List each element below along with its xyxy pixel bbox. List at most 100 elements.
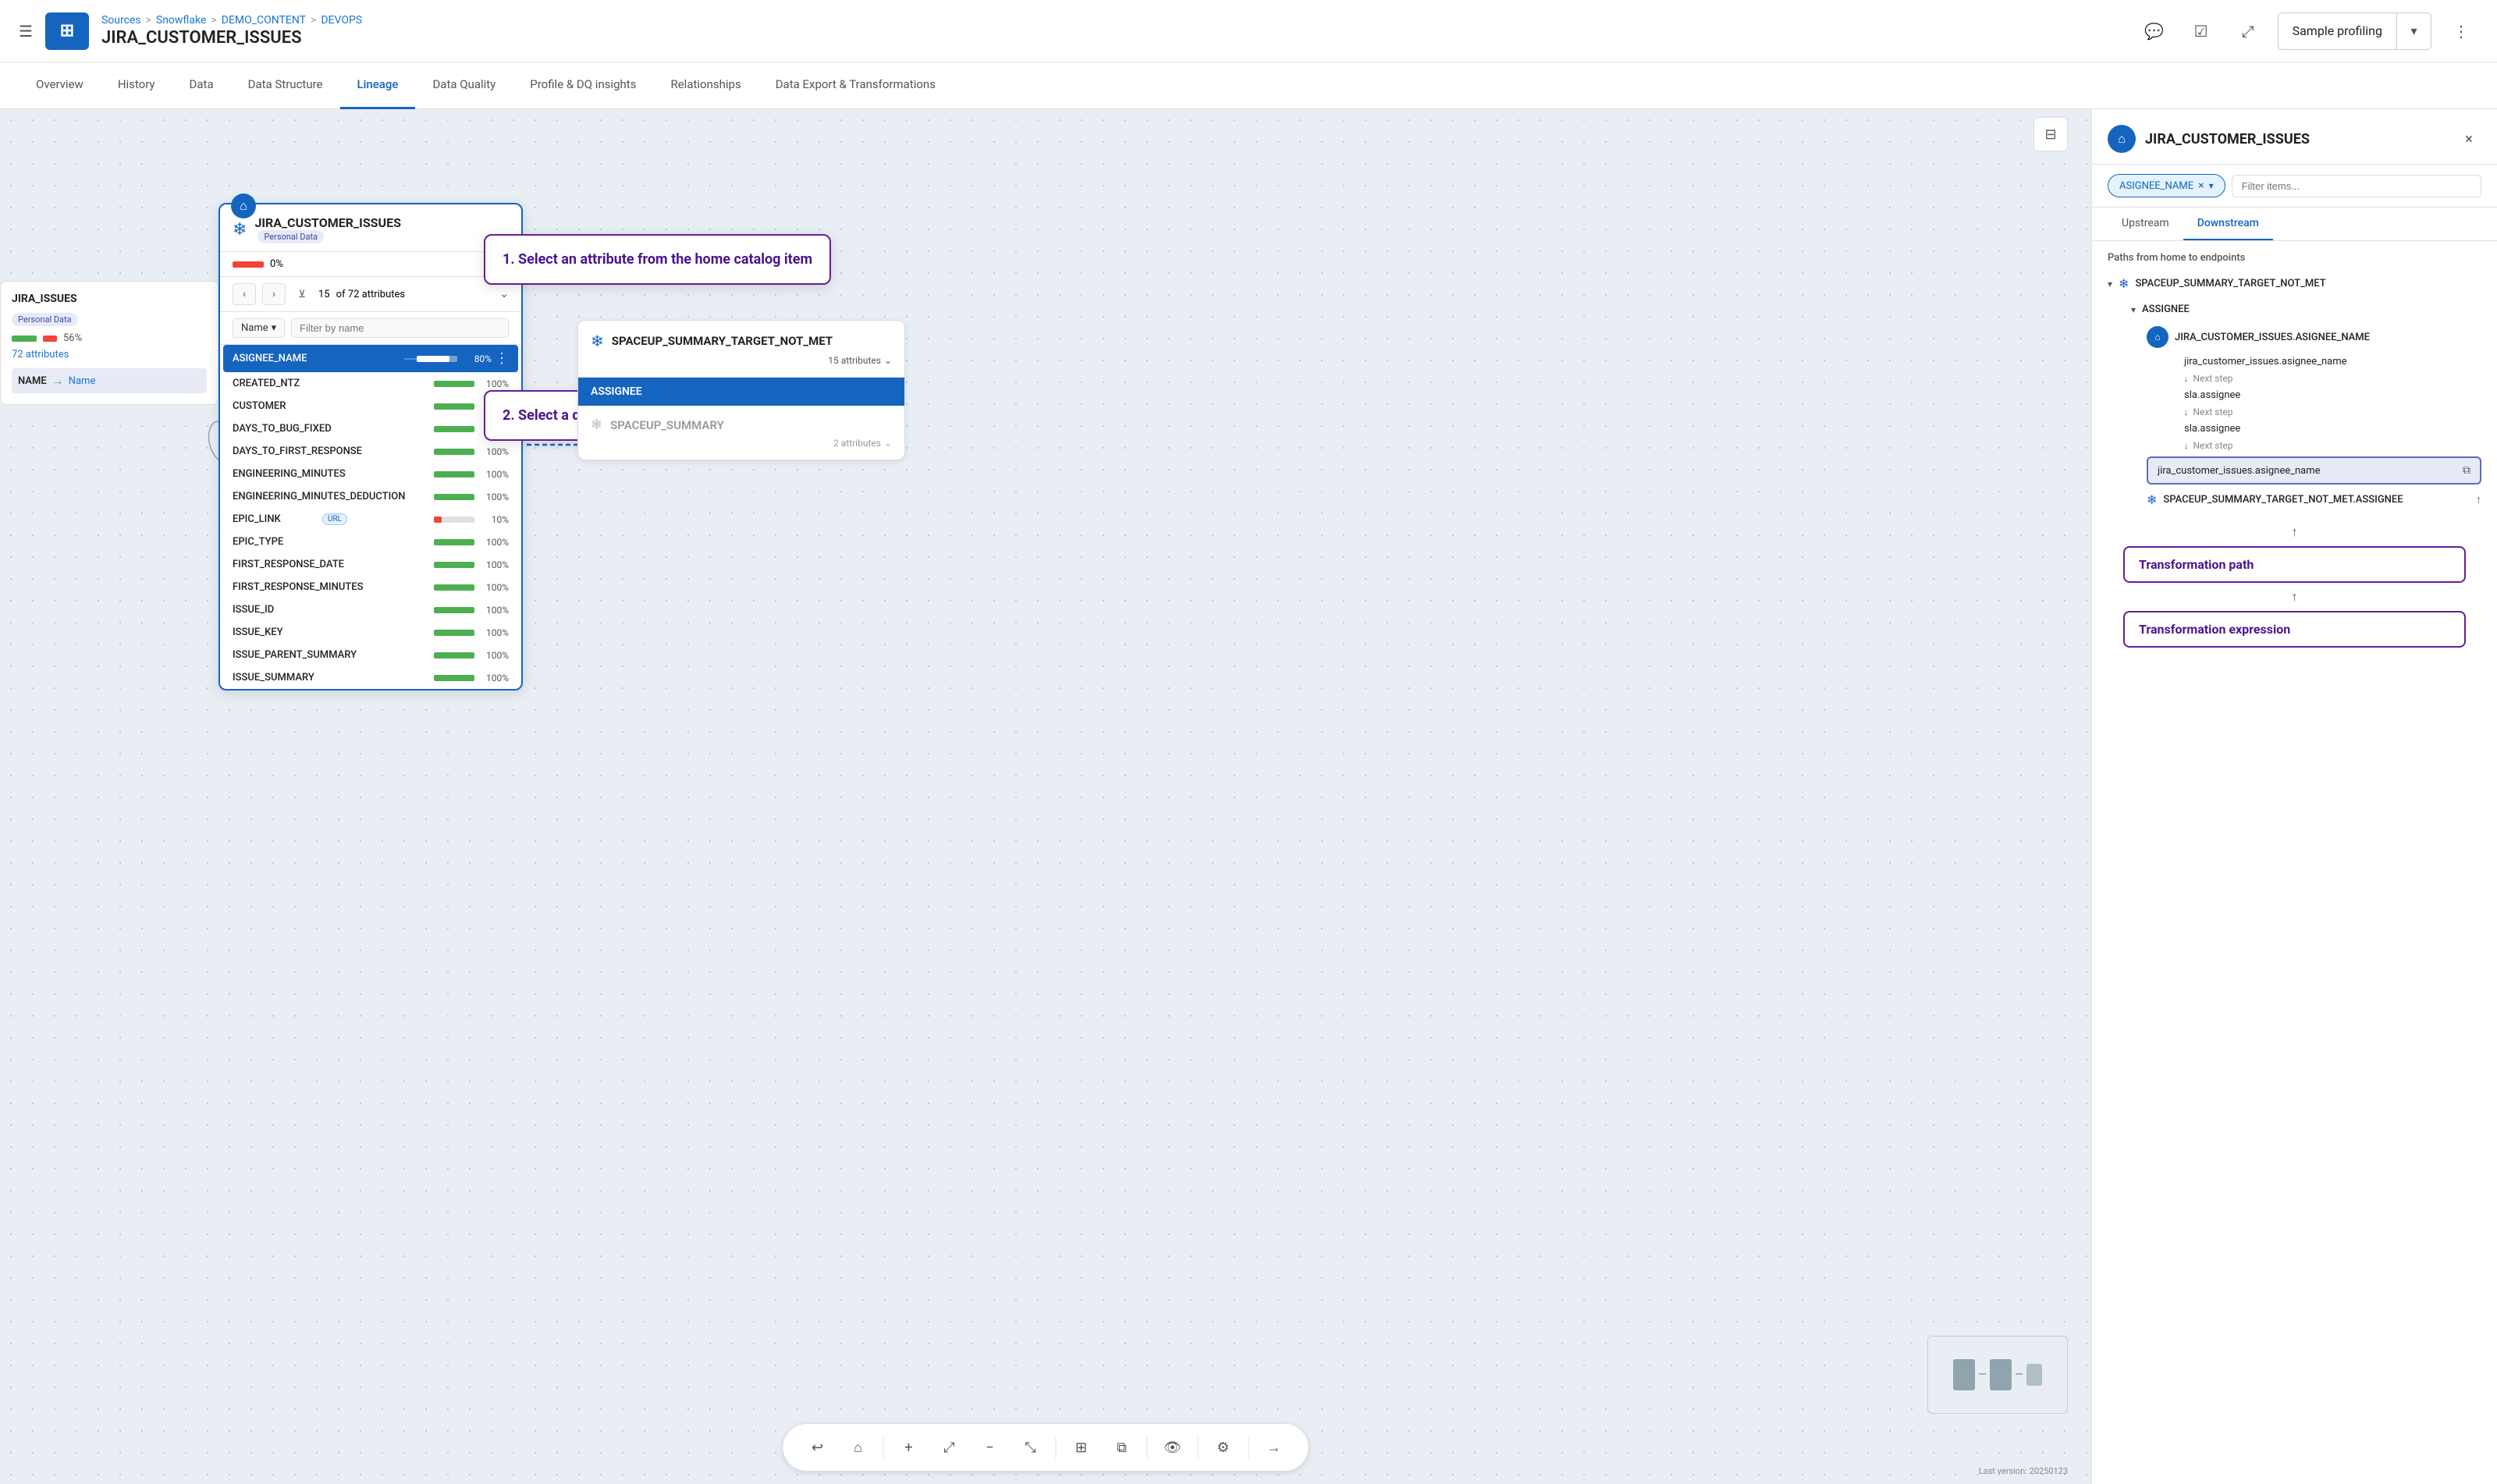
toolbar-sep5 bbox=[1248, 1436, 1249, 1458]
path-home-dot: ⌂ bbox=[2147, 326, 2168, 348]
toolbar-grid-btn[interactable]: ⊞ bbox=[1066, 1432, 1097, 1463]
tab-upstream[interactable]: Upstream bbox=[2108, 208, 2183, 240]
row-pct: 100% bbox=[478, 378, 509, 389]
next-btn[interactable]: › bbox=[262, 283, 286, 305]
table-row[interactable]: ISSUE_SUMMARY 100% bbox=[223, 666, 518, 689]
toolbar-settings-btn[interactable]: ⚙ bbox=[1208, 1432, 1239, 1463]
filter-chip-clear-btn[interactable]: × bbox=[2198, 179, 2204, 192]
lineage-canvas[interactable]: ⊟ JIRA_ISSUES Personal Data 56% 72 attri… bbox=[0, 109, 2091, 1484]
row-name: ASIGNEE_NAME bbox=[233, 353, 400, 364]
toolbar-cols-btn[interactable]: ⧉ bbox=[1106, 1432, 1138, 1463]
sample-profiling-btn[interactable]: Sample profiling ▾ bbox=[2278, 12, 2431, 50]
right-card-bottom-title: SPACEUP_SUMMARY bbox=[610, 418, 724, 432]
attribute-table: ASIGNEE_NAME 80% ⋮ CREATED_NTZ 100% C bbox=[220, 345, 521, 689]
path-group-row[interactable]: ▾ ❄ SPACEUP_SUMMARY_TARGET_NOT_MET bbox=[2092, 270, 2497, 297]
tab-data-quality[interactable]: Data Quality bbox=[415, 62, 513, 109]
row-menu-icon[interactable]: ⋮ bbox=[495, 350, 509, 367]
search-select[interactable]: Name ▾ bbox=[233, 318, 285, 338]
right-card-attrs-count[interactable]: 15 attributes bbox=[828, 355, 881, 366]
filter-chip-arrow-icon[interactable]: ▾ bbox=[2209, 180, 2214, 191]
table-row[interactable]: EPIC_TYPE 100% bbox=[223, 531, 518, 553]
sidebar-filter-row: ASIGNEE_NAME × ▾ bbox=[2092, 165, 2497, 208]
tab-data-structure[interactable]: Data Structure bbox=[231, 62, 340, 109]
table-row[interactable]: ENGINEERING_MINUTES 100% bbox=[223, 463, 518, 485]
next-step-label1: Next step bbox=[2193, 373, 2233, 384]
toolbar-expand-btn[interactable]: ⤡ bbox=[1015, 1432, 1046, 1463]
chat-icon-btn[interactable]: 💬 bbox=[2137, 14, 2172, 48]
sidebar-close-btn[interactable]: × bbox=[2456, 126, 2481, 151]
tab-overview[interactable]: Overview bbox=[19, 62, 101, 109]
tab-downstream[interactable]: Downstream bbox=[2183, 208, 2273, 240]
sample-profiling-dropdown[interactable]: ▾ bbox=[2396, 12, 2431, 50]
green-bar bbox=[12, 335, 37, 342]
table-row[interactable]: DAYS_TO_BUG_FIXED 100% bbox=[223, 417, 518, 440]
table-row[interactable]: ISSUE_PARENT_SUMMARY 100% bbox=[223, 644, 518, 666]
breadcrumb-devops[interactable]: DEVOPS bbox=[321, 14, 362, 27]
search-input[interactable] bbox=[291, 318, 509, 338]
toolbar-next-btn[interactable]: → bbox=[1259, 1432, 1290, 1463]
transform-path-arrow: ↑ bbox=[2292, 524, 2298, 540]
table-row[interactable]: CUSTOMER 100% bbox=[223, 395, 518, 417]
row-pct: 100% bbox=[478, 492, 509, 502]
path-next-step3: ↓ Next step bbox=[2131, 438, 2497, 453]
tab-profile-dq[interactable]: Profile & DQ insights bbox=[513, 62, 653, 109]
minimap[interactable]: — — bbox=[1927, 1336, 2068, 1414]
app-logo: ⊞ bbox=[45, 12, 89, 50]
table-row[interactable]: ENGINEERING_MINUTES_DEDUCTION 100% bbox=[223, 485, 518, 508]
right-card-bottom-expand-icon[interactable]: ⌄ bbox=[884, 438, 892, 449]
toolbar-fit-btn[interactable]: ⤢ bbox=[934, 1432, 965, 1463]
table-row[interactable]: DAYS_TO_FIRST_RESPONSE 100% bbox=[223, 440, 518, 463]
main-card-red-bar bbox=[233, 261, 264, 268]
prev-btn[interactable]: ‹ bbox=[233, 283, 256, 305]
breadcrumb-demo[interactable]: DEMO_CONTENT bbox=[222, 14, 306, 27]
sidebar-header: ⌂ JIRA_CUSTOMER_ISSUES × bbox=[2092, 109, 2497, 165]
right-card-expand-icon[interactable]: ⌄ bbox=[884, 355, 892, 366]
path-subgroup-row[interactable]: ▾ ASSIGNEE bbox=[2115, 297, 2497, 321]
left-card-attribute-row[interactable]: NAME → Name bbox=[12, 368, 207, 393]
canvas-toolbar: ↩ ⌂ + ⤢ − ⤡ ⊞ ⧉ 👁 ⚙ → bbox=[783, 1423, 1309, 1472]
menu-icon[interactable]: ☰ bbox=[19, 22, 33, 41]
toolbar-view-btn[interactable]: 👁 bbox=[1157, 1432, 1188, 1463]
left-card-attrs-count[interactable]: 72 attributes bbox=[12, 349, 207, 360]
more-options-btn[interactable]: ⋮ bbox=[2444, 14, 2478, 48]
breadcrumb-sep2: > bbox=[211, 14, 216, 27]
transform-bottom-arrow: ↑ bbox=[2292, 589, 2298, 605]
toolbar-add-btn[interactable]: + bbox=[893, 1432, 925, 1463]
toolbar-home-btn[interactable]: ⌂ bbox=[843, 1432, 874, 1463]
panel-toggle-btn[interactable]: ⊟ bbox=[2033, 117, 2068, 151]
next-step-arrow2: ↓ bbox=[2184, 407, 2189, 417]
copy-icon[interactable]: ⧉ bbox=[2463, 464, 2470, 477]
right-card-title-row: ❄ SPACEUP_SUMMARY_TARGET_NOT_MET bbox=[591, 332, 892, 350]
table-row[interactable]: FIRST_RESPONSE_MINUTES 100% bbox=[223, 576, 518, 598]
tab-relationships[interactable]: Relationships bbox=[653, 62, 758, 109]
breadcrumb-sources[interactable]: Sources bbox=[101, 14, 141, 27]
breadcrumb-snowflake[interactable]: Snowflake bbox=[156, 14, 207, 27]
row-name: DAYS_TO_BUG_FIXED bbox=[233, 423, 333, 435]
table-row[interactable]: CREATED_NTZ 100% bbox=[223, 372, 518, 395]
right-card-bottom-attrs[interactable]: 2 attributes bbox=[833, 438, 881, 449]
transform-path-label: Transformation path bbox=[2139, 557, 2254, 572]
table-row[interactable]: ASIGNEE_NAME 80% ⋮ bbox=[223, 345, 518, 372]
table-row[interactable]: ISSUE_ID 100% bbox=[223, 598, 518, 621]
sidebar-filter-input[interactable] bbox=[2232, 175, 2481, 197]
table-row[interactable]: EPIC_LINK URL 10% bbox=[223, 508, 518, 531]
toolbar-back-btn[interactable]: ↩ bbox=[802, 1432, 833, 1463]
path-highlighted-row[interactable]: jira_customer_issues.asignee_name ⧉ bbox=[2147, 456, 2481, 485]
left-card-row-val: Name bbox=[69, 375, 96, 387]
table-row[interactable]: FIRST_RESPONSE_DATE 100% bbox=[223, 553, 518, 576]
tab-export[interactable]: Data Export & Transformations bbox=[758, 62, 953, 109]
expand-icon[interactable]: ⌄ bbox=[499, 288, 509, 300]
tab-lineage[interactable]: Lineage bbox=[340, 62, 416, 109]
share-icon-btn[interactable]: ⤢ bbox=[2231, 14, 2265, 48]
table-row[interactable]: ISSUE_KEY 100% bbox=[223, 621, 518, 644]
path-expand-icon[interactable]: ▾ bbox=[2108, 279, 2112, 289]
filter-chip[interactable]: ASIGNEE_NAME × ▾ bbox=[2108, 174, 2225, 197]
path-subgroup-expand-icon[interactable]: ▾ bbox=[2131, 304, 2136, 315]
right-card-active-row[interactable]: ASSIGNEE bbox=[578, 378, 904, 406]
filter-icon[interactable]: ⊻ bbox=[292, 284, 312, 304]
main-card-header: ❄ JIRA_CUSTOMER_ISSUES Personal Data bbox=[220, 204, 521, 252]
tab-data[interactable]: Data bbox=[172, 62, 231, 109]
checklist-icon-btn[interactable]: ☑ bbox=[2184, 14, 2218, 48]
toolbar-minus-btn[interactable]: − bbox=[975, 1432, 1006, 1463]
tab-history[interactable]: History bbox=[101, 62, 172, 109]
